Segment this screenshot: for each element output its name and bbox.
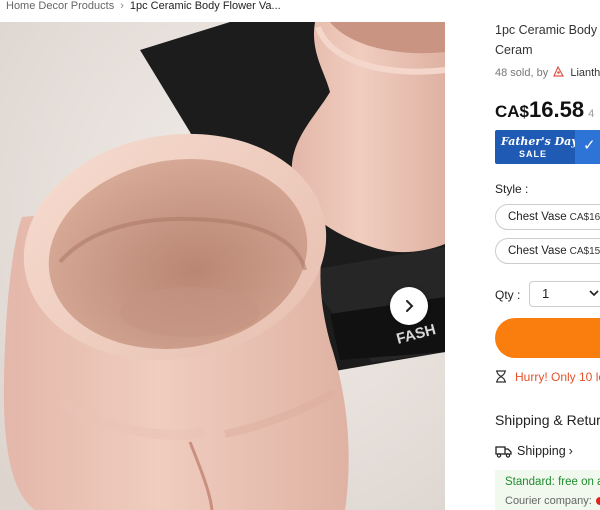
breadcrumb-separator-icon: › [120, 0, 124, 12]
promo-title: Father's Day [501, 135, 578, 148]
style-option[interactable]: Chest VaseCA$15.7 [495, 238, 600, 264]
product-info-panel: 1pc Ceramic Body Flower Vase, Ceram 48 s… [495, 0, 600, 510]
original-price: 4 [588, 108, 595, 120]
price: CA$16.58 4 [495, 97, 594, 123]
price-value: 16.58 [529, 97, 585, 122]
breadcrumb-parent-link[interactable]: Home Decor Products [6, 0, 114, 12]
breadcrumb: Home Decor Products › 1pc Ceramic Body Flo… [6, 0, 281, 14]
quantity-select[interactable]: 1 [529, 281, 600, 307]
courier-label: Courier company: [505, 495, 592, 507]
add-to-cart-button[interactable] [495, 318, 600, 358]
promo-subtitle: SALE [519, 149, 548, 159]
low-stock-text: Hurry! Only 10 le [515, 370, 600, 384]
style-option-name: Chest Vase [508, 211, 567, 223]
gallery-next-button[interactable] [390, 287, 428, 325]
check-icon: ✓ [583, 137, 596, 154]
courier-logo-icon [595, 497, 600, 505]
price-currency: CA$ [495, 102, 530, 121]
store-icon [553, 66, 565, 77]
seller-link[interactable]: Lianth( [570, 67, 600, 79]
style-option-name: Chest Vase [508, 245, 567, 257]
fathers-day-sale-banner[interactable]: Father's Day SALE ✓ [495, 130, 600, 164]
product-photo: FASH [0, 22, 445, 510]
breadcrumb-current: 1pc Ceramic Body Flower Va... [129, 0, 281, 12]
low-stock-notice: Hurry! Only 10 le [495, 370, 600, 384]
shipping-options-box: Standard: free on a Courier company: [495, 470, 600, 510]
standard-shipping-text: Standard: free on a [505, 476, 600, 488]
style-option-price: CA$15.7 [569, 246, 600, 257]
style-option-price: CA$16.5 [569, 212, 600, 223]
chevron-down-icon [589, 290, 599, 297]
hourglass-icon [496, 370, 506, 383]
shipping-link[interactable]: Shipping › [495, 444, 573, 458]
style-label: Style : [495, 182, 529, 196]
product-title: 1pc Ceramic Body Flower Vase, Ceram [495, 23, 600, 57]
courier-company: Courier company: [505, 495, 600, 507]
chevron-right-icon [406, 300, 414, 312]
style-option[interactable]: Chest VaseCA$16.5 [495, 204, 600, 230]
quantity-label: Qty : [495, 288, 521, 302]
promo-check-panel: ✓ [575, 130, 600, 164]
truck-icon [495, 446, 512, 458]
product-image-gallery[interactable]: FASH [0, 22, 445, 510]
sold-and-seller: 48 sold, by Lianth( [495, 66, 600, 79]
chevron-right-icon: › [568, 444, 573, 458]
sold-count: 48 sold, by [495, 67, 549, 79]
quantity-value: 1 [542, 286, 550, 301]
shipping-returns-heading: Shipping & Retur [495, 412, 600, 428]
shipping-link-label: Shipping [517, 444, 566, 458]
